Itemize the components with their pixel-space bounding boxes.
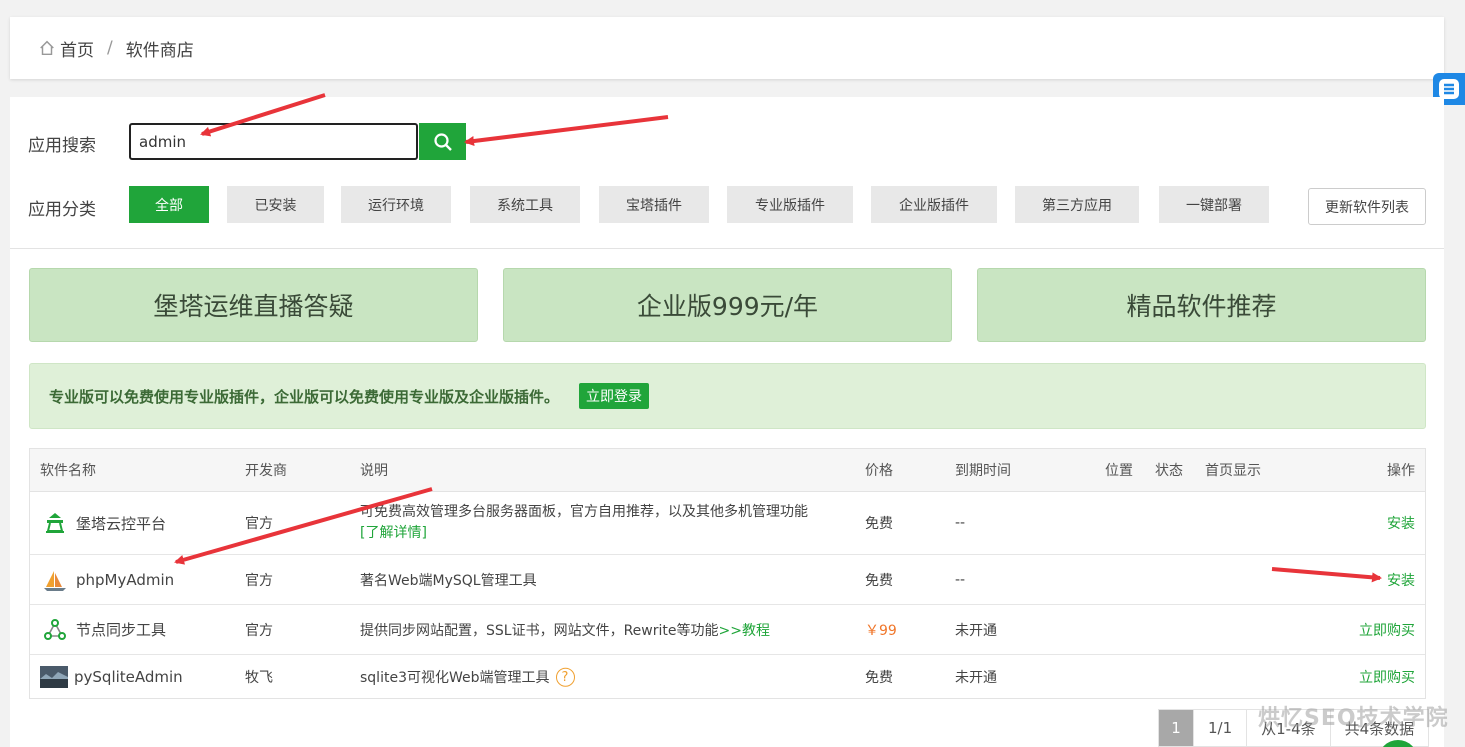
software-desc: 可免费高效管理多台服务器面板，官方自用推荐，以及其他多机管理功能	[360, 504, 808, 520]
install-button[interactable]: 安装	[1387, 513, 1415, 533]
install-button[interactable]: 安装	[1387, 570, 1415, 590]
header-price[interactable]: 价格	[865, 460, 893, 480]
login-button[interactable]: 立即登录	[579, 383, 650, 409]
software-store-panel: 应用搜索 admin 应用分类 全部 已安装 运行环境 系统工具 宝塔插件 专业…	[10, 97, 1444, 747]
table-row: 堡塔云控平台 官方 可免费高效管理多台服务器面板，官方自用推荐，以及其他多机管理…	[30, 492, 1425, 555]
divider	[10, 248, 1444, 249]
buy-button[interactable]: 立即购买	[1359, 620, 1415, 640]
category-enterprise-plugins[interactable]: 企业版插件	[871, 186, 997, 223]
search-input[interactable]: admin	[129, 123, 418, 160]
software-expire: --	[955, 571, 966, 588]
watermark: 烘忆SEO技术学院	[1258, 706, 1449, 731]
table-row: phpMyAdmin 官方 著名Web端MySQL管理工具 免费 -- 安装	[30, 555, 1425, 605]
software-price: 免费	[865, 572, 893, 589]
header-status: 状态	[1155, 463, 1183, 479]
category-system-tools[interactable]: 系统工具	[470, 186, 580, 223]
category-pro-plugins[interactable]: 专业版插件	[727, 186, 853, 223]
software-desc: sqlite3可视化Web端管理工具	[360, 669, 550, 686]
header-action: 操作	[1387, 463, 1415, 479]
software-expire: --	[955, 515, 966, 531]
software-desc: 提供同步网站配置，SSL证书，网站文件，Rewrite等功能	[360, 622, 719, 639]
notice-text: 专业版可以免费使用专业版插件，企业版可以免费使用专业版及企业版插件。	[49, 387, 560, 406]
software-name: 堡塔云控平台	[76, 514, 167, 533]
banner-recommended[interactable]: 精品软件推荐	[977, 268, 1426, 342]
category-installed[interactable]: 已安装	[227, 186, 324, 223]
breadcrumb-current: 软件商店	[125, 40, 194, 61]
software-name: pySqliteAdmin	[74, 667, 183, 686]
page-count: 1/1	[1193, 710, 1247, 746]
cloud-control-icon	[42, 510, 68, 536]
software-developer: 官方	[245, 572, 273, 589]
home-icon[interactable]	[38, 39, 56, 57]
software-name: 节点同步工具	[76, 621, 167, 639]
node-sync-icon	[42, 617, 68, 643]
header-name[interactable]: 软件名称	[40, 460, 96, 480]
header-developer: 开发商	[245, 463, 287, 479]
software-desc: 著名Web端MySQL管理工具	[360, 572, 537, 589]
breadcrumb: 首页 / 软件商店	[10, 17, 1444, 79]
details-link[interactable]: [了解详情]	[360, 525, 427, 541]
category-all[interactable]: 全部	[129, 186, 209, 223]
software-name: phpMyAdmin	[76, 570, 175, 589]
search-icon	[433, 132, 452, 151]
software-developer: 牧飞	[245, 669, 273, 686]
software-price: ￥99	[865, 622, 897, 639]
tutorial-link[interactable]: >>教程	[718, 623, 769, 639]
table-row: pySqliteAdmin 牧飞 sqlite3可视化Web端管理工具? 免费 …	[30, 655, 1425, 698]
page-current[interactable]: 1	[1159, 710, 1193, 746]
banner-enterprise-price[interactable]: 企业版999元/年	[503, 268, 952, 342]
software-developer: 官方	[245, 516, 273, 532]
software-table: 软件名称 开发商 说明 价格 到期时间 位置 状态 首页显示 操作 堡塔云控平台…	[29, 448, 1426, 699]
pysqliteadmin-thumbnail-icon	[40, 665, 68, 688]
category-third-party[interactable]: 第三方应用	[1015, 186, 1139, 223]
category-label: 应用分类	[28, 200, 96, 220]
table-header: 软件名称 开发商 说明 价格 到期时间 位置 状态 首页显示 操作	[30, 449, 1425, 492]
help-icon[interactable]: ?	[555, 667, 575, 687]
refresh-list-button[interactable]: 更新软件列表	[1308, 188, 1426, 225]
search-label: 应用搜索	[28, 136, 96, 156]
software-price: 免费	[865, 669, 893, 686]
software-developer: 官方	[245, 622, 273, 639]
breadcrumb-separator: /	[107, 38, 113, 58]
phpmyadmin-sailboat-icon	[42, 567, 68, 593]
banner-live-qa[interactable]: 堡塔运维直播答疑	[29, 268, 478, 342]
category-bt-plugins[interactable]: 宝塔插件	[599, 186, 709, 223]
edition-notice: 专业版可以免费使用专业版插件，企业版可以免费使用专业版及企业版插件。 立即登录	[29, 363, 1426, 429]
header-position: 位置	[1105, 463, 1133, 479]
header-homepage: 首页显示	[1205, 463, 1261, 479]
software-expire: 未开通	[955, 669, 997, 686]
software-expire: 未开通	[955, 622, 997, 639]
software-price: 免费	[865, 516, 893, 532]
header-expire[interactable]: 到期时间	[955, 460, 1011, 480]
category-one-click-deploy[interactable]: 一键部署	[1159, 186, 1269, 223]
breadcrumb-home[interactable]: 首页	[60, 36, 94, 61]
category-runtime[interactable]: 运行环境	[341, 186, 451, 223]
search-button[interactable]	[419, 123, 466, 160]
table-row: 节点同步工具 官方 提供同步网站配置，SSL证书，网站文件，Rewrite等功能…	[30, 605, 1425, 655]
header-desc: 说明	[360, 463, 388, 479]
buy-button[interactable]: 立即购买	[1359, 667, 1415, 687]
